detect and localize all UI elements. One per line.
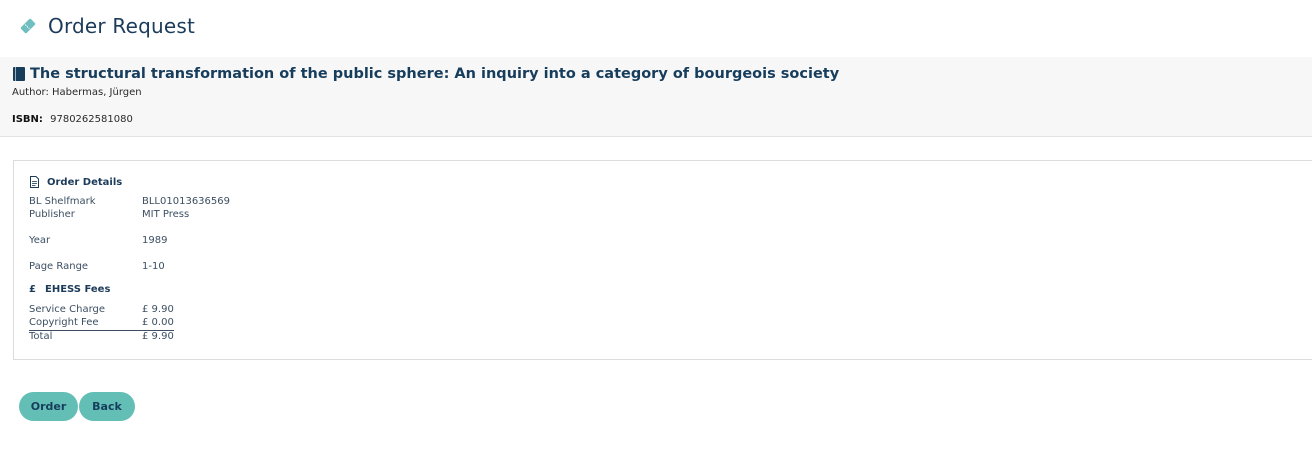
service-charge-value: £ 9.90 (142, 304, 174, 315)
service-charge-label: Service Charge (29, 304, 106, 315)
book-isbn: ISBN: 9780262581080 (12, 114, 133, 125)
publisher-label: Publisher (29, 209, 75, 220)
pound-icon: £ (29, 284, 36, 295)
copyright-fee-value: £ 0.00 (142, 317, 174, 328)
total-label: Total (29, 331, 53, 342)
tag-icon (18, 16, 38, 36)
book-author: Author: Habermas, Jürgen (12, 87, 142, 98)
book-title: The structural transformation of the pub… (30, 66, 840, 82)
book-icon (12, 66, 26, 82)
isbn-value: 9780262581080 (50, 114, 133, 125)
publisher-value: MIT Press (142, 209, 190, 220)
back-button[interactable]: Back (79, 392, 135, 421)
page-title: Order Request (48, 14, 196, 38)
page-range-value: 1-10 (142, 261, 165, 272)
order-details-box: Order Details BL Shelfmark BLL0101363656… (13, 160, 1312, 360)
book-title-row: The structural transformation of the pub… (12, 66, 839, 82)
order-details-title: Order Details (47, 176, 123, 188)
page-header: Order Request (18, 14, 195, 38)
year-label: Year (29, 235, 51, 246)
fees-heading: £ EHESS Fees (29, 284, 110, 295)
order-details-heading: Order Details (29, 176, 122, 188)
fees-title: EHESS Fees (45, 284, 111, 295)
document-icon (29, 176, 40, 188)
page-range-label: Page Range (29, 261, 89, 272)
order-button[interactable]: Order (19, 392, 78, 421)
book-summary-panel: The structural transformation of the pub… (0, 57, 1312, 137)
total-value: £ 9.90 (142, 331, 174, 342)
shelfmark-label: BL Shelfmark (29, 196, 96, 207)
copyright-fee-label: Copyright Fee (29, 317, 99, 328)
isbn-label: ISBN: (12, 114, 43, 125)
year-value: 1989 (142, 235, 168, 246)
shelfmark-value: BLL01013636569 (142, 196, 230, 207)
